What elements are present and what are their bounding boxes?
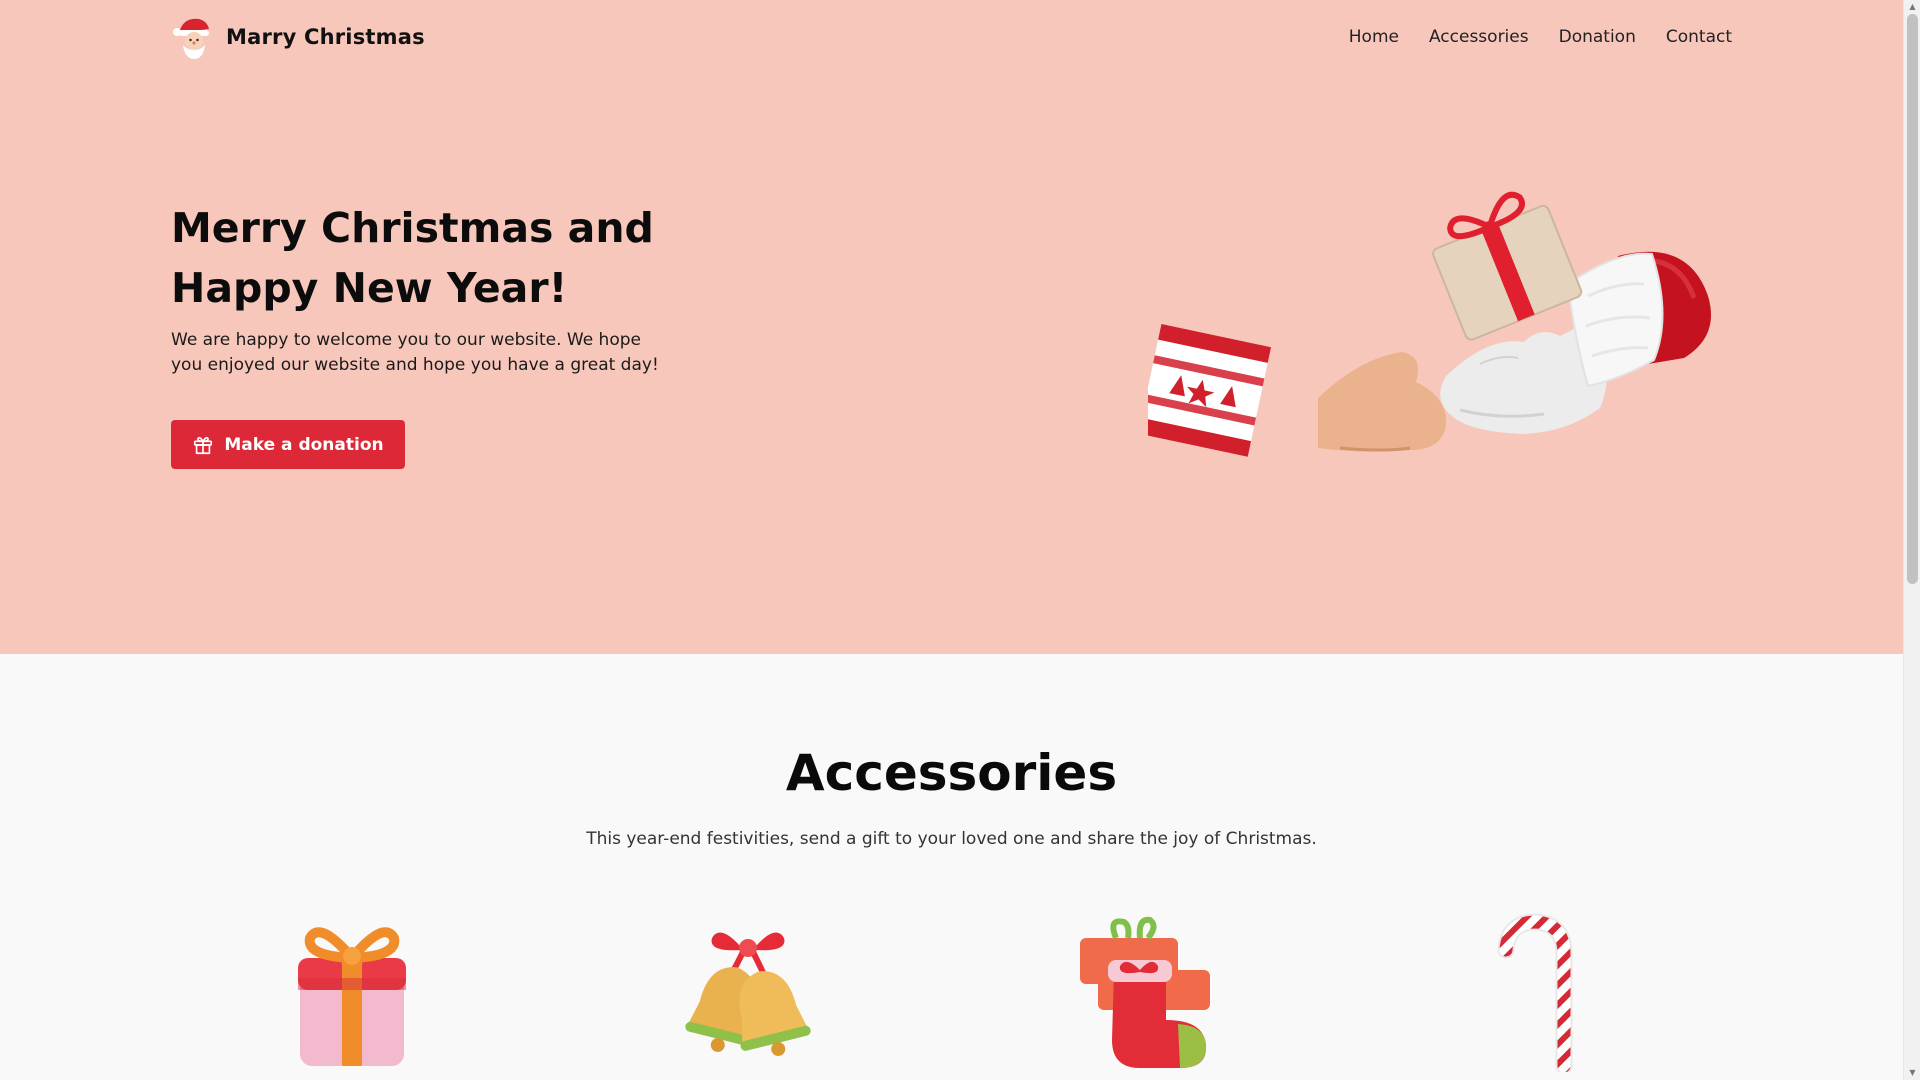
accessory-item-gift[interactable] [268,912,428,1080]
christmas-stocking-icon [1080,916,1210,1068]
accessory-item-bells[interactable] [668,912,828,1080]
gift-icon [194,436,213,454]
hero-text: We are happy to welcome you to our websi… [171,330,659,375]
brand[interactable]: Marry Christmas [171,14,425,60]
scroll-thumb[interactable] [1907,14,1918,584]
nav-home-link[interactable]: Home [1349,27,1399,47]
make-donation-button[interactable]: Make a donation [171,420,405,469]
nav-donation-link[interactable]: Donation [1559,27,1636,47]
brand-name: Marry Christmas [226,25,425,49]
santa-icon [173,18,209,59]
gift-box-icon [298,927,406,1066]
scroll-up-icon[interactable]: ▲ [1904,0,1920,14]
page-scrollbar[interactable]: ▲ ▼ [1903,0,1920,1080]
accessory-item-candy-cane[interactable] [1468,912,1628,1080]
nav-accessories-link[interactable]: Accessories [1429,27,1529,47]
navbar: Marry Christmas Home Accessories Donatio… [171,14,1732,60]
accessories-subtitle: This year-end festivities, send a gift t… [586,829,1317,849]
make-donation-label: Make a donation [224,434,384,455]
accessories-title: Accessories [785,744,1118,802]
nav-contact-link[interactable]: Contact [1666,27,1732,47]
hero-title: Merry Christmas and Happy New Year! [171,204,654,312]
accessory-item-stocking[interactable] [1068,912,1228,1080]
nav-links: Home Accessories Donation Contact [1319,14,1732,60]
scroll-down-icon[interactable]: ▼ [1904,1066,1920,1080]
hero-section: Marry Christmas Home Accessories Donatio… [0,0,1903,654]
candy-cane-icon [1497,913,1573,1072]
jingle-bells-icon [685,932,811,1056]
gift-exchange-hands-icon [1148,191,1711,457]
